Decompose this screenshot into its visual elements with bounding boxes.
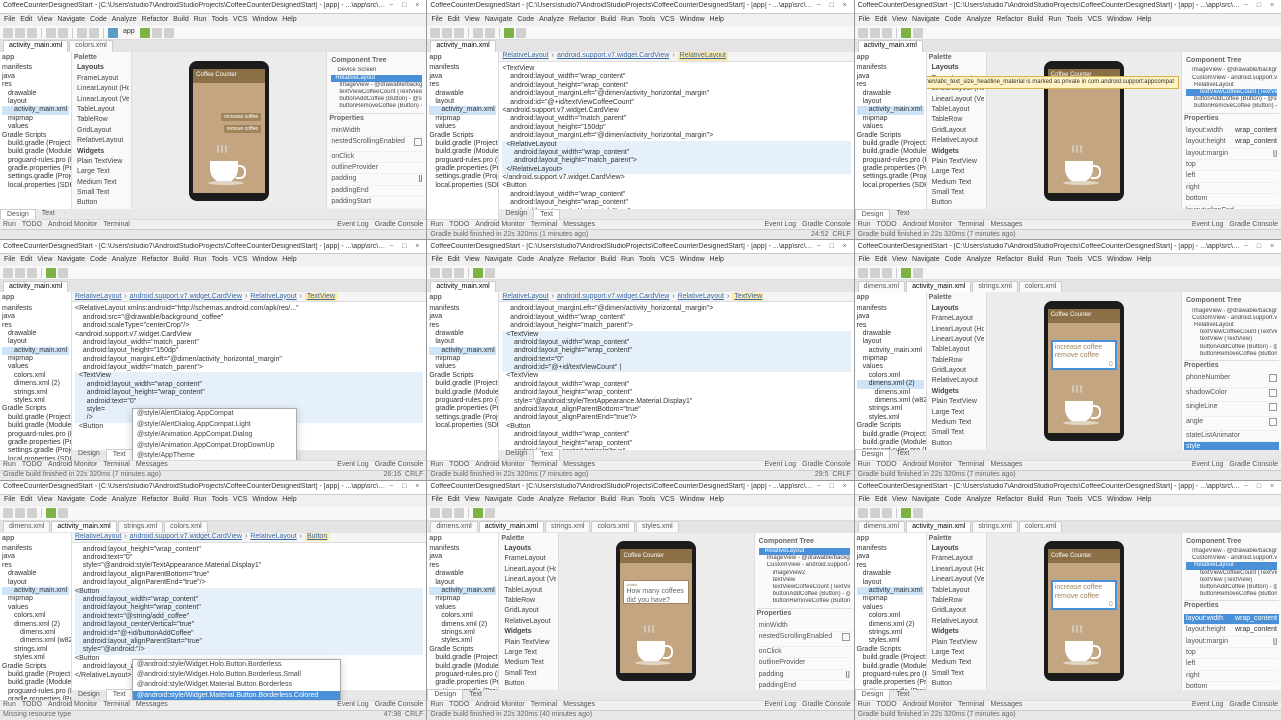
text-tab[interactable]: Text — [36, 209, 61, 219]
design-preview[interactable]: Coffee Counter increase coffee remove co… — [132, 52, 326, 209]
design-tab[interactable]: Design — [0, 209, 36, 220]
main-toolbar[interactable]: app — [0, 26, 426, 40]
autocomplete-popup[interactable]: @style/AlertDialog.AppCompat @style/Aler… — [132, 408, 297, 459]
editor-tabs[interactable]: activity_main.xmlcolors.xml — [0, 40, 426, 52]
status-bar — [0, 229, 426, 239]
menubar[interactable]: FileEditViewNavigateCodeAnalyzeRefactorB… — [0, 14, 426, 26]
warning-tooltip: The resource @dimen/abc_text_size_headli… — [927, 76, 1179, 89]
project-panel[interactable]: app manifests java res drawable layout a… — [0, 52, 72, 209]
properties-panel[interactable]: Component Tree Device Screen RelativeLay… — [326, 52, 426, 209]
code-editor[interactable]: <TextView android:layout_width="wrap_con… — [499, 62, 853, 209]
run-button[interactable] — [140, 28, 150, 38]
device-frame: Coffee Counter increase coffee remove co… — [189, 61, 269, 201]
window-title: CoffeeCounterDesignedStart - [C:\Users\s… — [3, 2, 385, 10]
palette-panel[interactable]: Palette Layouts FrameLayout LinearLayout… — [72, 52, 132, 209]
minimize-icon[interactable]: − — [385, 2, 397, 12]
close-icon[interactable]: × — [411, 2, 423, 12]
maximize-icon[interactable]: □ — [398, 2, 410, 12]
